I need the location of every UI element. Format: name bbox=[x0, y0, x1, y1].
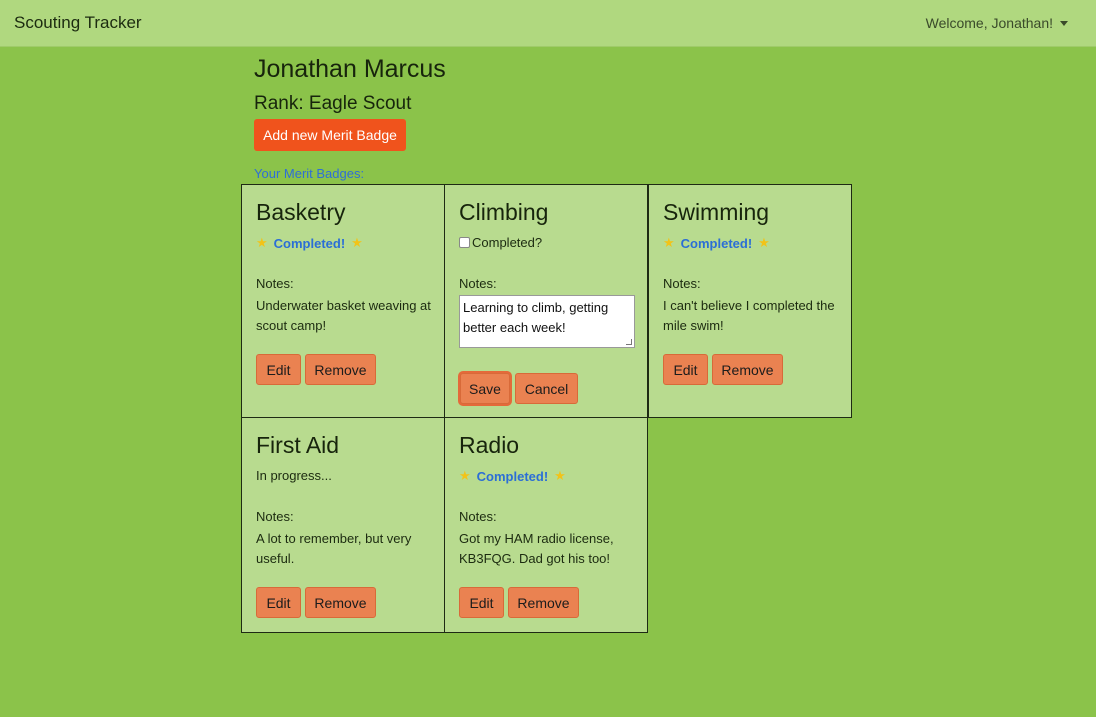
badge-card-radio: Radio ★ Completed! ★ Notes: Got my HAM r… bbox=[444, 417, 648, 633]
remove-button[interactable]: Remove bbox=[712, 354, 783, 385]
star-icon: ★ bbox=[351, 235, 363, 250]
badge-card-first-aid: First Aid In progress... Notes: A lot to… bbox=[241, 417, 445, 633]
star-icon: ★ bbox=[459, 468, 471, 483]
scout-name: Jonathan Marcus bbox=[254, 55, 446, 83]
notes-label: Notes: bbox=[459, 276, 497, 291]
badge-title: Swimming bbox=[663, 199, 770, 225]
notes-label: Notes: bbox=[459, 509, 497, 524]
remove-button[interactable]: Remove bbox=[305, 354, 376, 385]
scout-rank: Rank: Eagle Scout bbox=[254, 93, 412, 114]
remove-button[interactable]: Remove bbox=[508, 587, 579, 618]
navbar: Scouting Tracker Welcome, Jonathan! bbox=[0, 0, 1096, 47]
resize-handle-icon[interactable] bbox=[626, 339, 632, 345]
notes-text: I can't believe I completed the mile swi… bbox=[663, 298, 835, 333]
user-menu[interactable]: Welcome, Jonathan! bbox=[926, 15, 1068, 31]
completed-status: ★ Completed! ★ bbox=[256, 235, 363, 251]
completed-label: Completed! bbox=[680, 235, 753, 251]
badge-title: Basketry bbox=[256, 199, 346, 225]
add-merit-badge-button[interactable]: Add new Merit Badge bbox=[254, 119, 406, 151]
star-icon: ★ bbox=[256, 235, 268, 250]
badge-title: Radio bbox=[459, 432, 520, 458]
badge-title: Climbing bbox=[459, 199, 549, 225]
notes-label: Notes: bbox=[256, 276, 294, 291]
chevron-down-icon bbox=[1060, 20, 1068, 26]
completed-label: Completed! bbox=[273, 235, 346, 251]
notes-text: A lot to remember, but very useful. bbox=[256, 531, 412, 566]
notes-label: Notes: bbox=[256, 509, 294, 524]
completed-status: ★ Completed! ★ bbox=[663, 235, 770, 251]
edit-button[interactable]: Edit bbox=[256, 354, 301, 385]
edit-button[interactable]: Edit bbox=[459, 587, 504, 618]
cancel-button[interactable]: Cancel bbox=[515, 373, 578, 404]
save-button[interactable]: Save bbox=[460, 373, 510, 404]
completed-checkbox[interactable] bbox=[459, 237, 470, 248]
badges-section-label: Your Merit Badges: bbox=[254, 166, 365, 181]
in-progress-label: In progress... bbox=[256, 468, 332, 483]
badge-card-swimming: Swimming ★ Completed! ★ Notes: I can't b… bbox=[648, 184, 852, 418]
badge-card-basketry: Basketry ★ Completed! ★ Notes: Underwate… bbox=[241, 184, 445, 418]
completed-checkbox-row: Completed? bbox=[459, 235, 542, 250]
notes-textarea[interactable]: Learning to climb, getting better each w… bbox=[459, 295, 635, 348]
notes-textarea-value: Learning to climb, getting better each w… bbox=[463, 300, 609, 335]
in-progress-status: In progress... bbox=[256, 468, 332, 483]
star-icon: ★ bbox=[554, 468, 566, 483]
star-icon: ★ bbox=[758, 235, 770, 250]
edit-button[interactable]: Edit bbox=[663, 354, 708, 385]
notes-text: Underwater basket weaving at scout camp! bbox=[256, 298, 431, 333]
remove-button[interactable]: Remove bbox=[305, 587, 376, 618]
completed-question-label: Completed? bbox=[472, 235, 543, 250]
star-icon: ★ bbox=[663, 235, 675, 250]
badge-title: First Aid bbox=[256, 432, 340, 458]
brand-title[interactable]: Scouting Tracker bbox=[14, 13, 142, 33]
welcome-text: Welcome, Jonathan! bbox=[925, 15, 1053, 31]
notes-text: Got my HAM radio license, KB3FQG. Dad go… bbox=[459, 531, 614, 566]
completed-label: Completed! bbox=[476, 468, 549, 484]
notes-label: Notes: bbox=[663, 276, 701, 291]
edit-button[interactable]: Edit bbox=[256, 587, 301, 618]
badge-card-climbing: Climbing Completed? Notes: Learning to c… bbox=[444, 184, 648, 418]
completed-status: ★ Completed! ★ bbox=[459, 468, 566, 484]
